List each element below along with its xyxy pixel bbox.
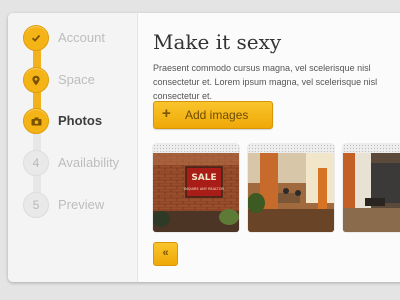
sale-sign-text: SALE xyxy=(191,173,216,183)
previous-button[interactable]: « xyxy=(153,242,178,266)
step-label: Space xyxy=(58,72,95,87)
add-images-label: Add images xyxy=(185,108,249,122)
photo-perforation xyxy=(248,144,334,153)
step-number: 4 xyxy=(23,150,49,176)
plus-icon: + xyxy=(162,105,171,122)
wizard-card: Account Space Photos 4 Availability 5 Pr… xyxy=(8,13,400,282)
photo-thumbnail-1[interactable]: SALE INQUIRE ANY REALTOR xyxy=(153,144,239,232)
step-label: Availability xyxy=(58,155,120,170)
photo-perforation xyxy=(343,144,400,153)
photo-workspace-image xyxy=(343,153,400,232)
photo-thumbnail-3[interactable] xyxy=(343,144,400,232)
step-photos[interactable]: Photos xyxy=(23,108,143,134)
page-title: Make it sexy xyxy=(153,30,282,54)
camera-icon xyxy=(23,108,49,134)
step-preview[interactable]: 5 Preview xyxy=(23,192,143,218)
step-number: 5 xyxy=(23,192,49,218)
map-pin-icon xyxy=(23,67,49,93)
check-icon xyxy=(23,25,49,51)
step-label: Photos xyxy=(58,113,103,128)
step-label: Preview xyxy=(58,197,105,212)
steps-sidebar: Account Space Photos 4 Availability 5 Pr… xyxy=(8,13,138,282)
photo-office-image xyxy=(248,153,334,232)
add-images-button[interactable]: + Add images xyxy=(153,101,273,129)
step-label: Account xyxy=(58,30,105,45)
step-availability[interactable]: 4 Availability xyxy=(23,150,143,176)
page-description: Praesent commodo cursus magna, vel scele… xyxy=(153,63,378,101)
photo-thumbnail-2[interactable] xyxy=(248,144,334,232)
sale-sign-subtext: INQUIRE ANY REALTOR xyxy=(184,187,224,191)
step-account[interactable]: Account xyxy=(23,25,143,51)
photo-perforation xyxy=(153,144,239,153)
photo-brick-wall-image: SALE INQUIRE ANY REALTOR xyxy=(153,153,239,232)
step-space[interactable]: Space xyxy=(23,67,143,93)
